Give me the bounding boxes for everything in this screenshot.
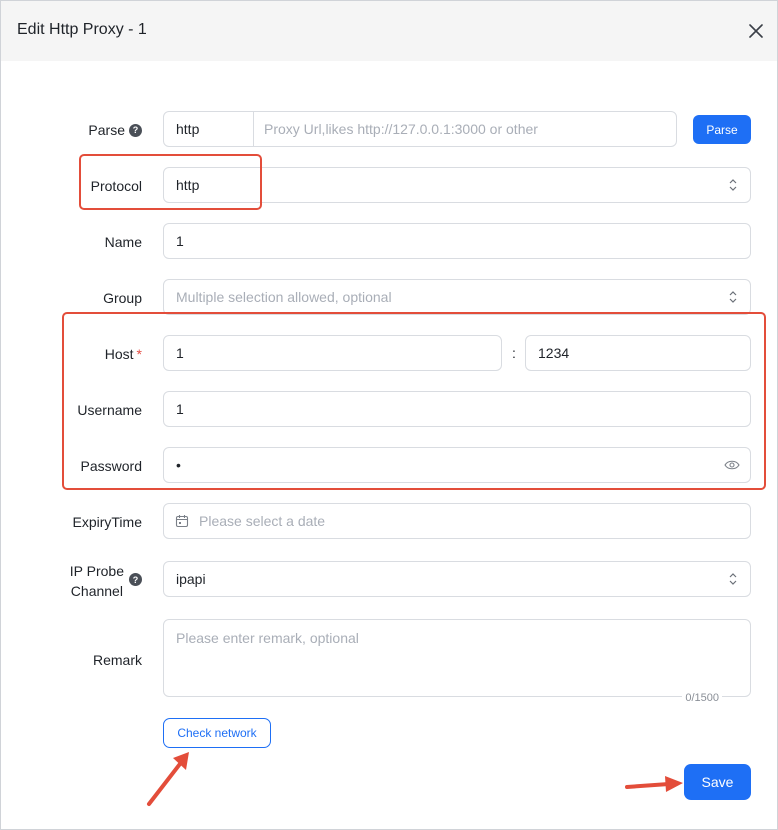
- remark-textarea[interactable]: Please enter remark, optional 0/1500: [163, 619, 751, 704]
- chevron-updown-icon: [729, 291, 737, 303]
- username-input[interactable]: 1: [163, 391, 751, 427]
- check-network-label: Check network: [177, 726, 257, 740]
- name-input[interactable]: 1: [163, 223, 751, 259]
- annotation-arrow-check-network: [147, 752, 189, 806]
- port-input[interactable]: 1234: [525, 335, 751, 371]
- password-input[interactable]: •: [163, 447, 751, 483]
- port-value: 1234: [538, 345, 570, 361]
- host-label-row: Host *: [1, 346, 142, 362]
- name-value: 1: [176, 233, 184, 249]
- chevron-updown-icon: [729, 573, 737, 585]
- password-value: •: [176, 457, 181, 473]
- host-value: 1: [176, 345, 184, 361]
- parse-label: Parse: [88, 122, 125, 138]
- parse-url-placeholder: Proxy Url,likes http://127.0.0.1:3000 or…: [264, 121, 538, 137]
- protocol-select[interactable]: http: [163, 167, 751, 203]
- group-label: Group: [103, 290, 142, 306]
- remark-label: Remark: [92, 652, 142, 668]
- parse-scheme-value: http: [176, 121, 200, 137]
- password-label: Password: [80, 458, 142, 474]
- parse-button[interactable]: Parse: [693, 115, 751, 144]
- help-icon[interactable]: ?: [129, 123, 142, 137]
- parse-label-row: Parse ?: [1, 122, 142, 138]
- username-label: Username: [77, 402, 142, 418]
- dialog-header: Edit Http Proxy - 1: [1, 1, 777, 61]
- edit-proxy-dialog: Edit Http Proxy - 1 Parse ? http Proxy U…: [0, 0, 778, 830]
- host-input[interactable]: 1: [163, 335, 502, 371]
- ip-probe-label-line2: Channel: [70, 583, 123, 599]
- group-select[interactable]: Multiple selection allowed, optional: [163, 279, 751, 315]
- host-port-separator: :: [512, 345, 516, 361]
- expiry-label: ExpiryTime: [72, 514, 143, 530]
- eye-icon[interactable]: [724, 459, 740, 471]
- ip-probe-label-row: IP Probe Channel ?: [1, 561, 142, 599]
- save-label: Save: [701, 774, 734, 790]
- check-network-button[interactable]: Check network: [163, 718, 271, 748]
- annotation-arrow-save: [625, 776, 683, 792]
- save-button[interactable]: Save: [684, 764, 751, 800]
- username-value: 1: [176, 401, 184, 417]
- parse-scheme-input[interactable]: http: [163, 111, 254, 147]
- protocol-value: http: [176, 177, 200, 193]
- dialog-title: Edit Http Proxy - 1: [17, 21, 147, 38]
- close-icon[interactable]: [745, 20, 767, 42]
- remark-counter: 0/1500: [682, 692, 722, 704]
- required-mark: *: [136, 346, 142, 362]
- chevron-updown-icon: [729, 179, 737, 191]
- parse-url-input[interactable]: Proxy Url,likes http://127.0.0.1:3000 or…: [253, 111, 677, 147]
- parse-button-label: Parse: [706, 122, 738, 137]
- host-label: Host: [104, 346, 134, 362]
- calendar-icon: [175, 515, 189, 528]
- help-icon[interactable]: ?: [129, 573, 142, 586]
- expiry-placeholder: Please select a date: [199, 513, 326, 529]
- group-placeholder: Multiple selection allowed, optional: [176, 289, 392, 305]
- ip-probe-value: ipapi: [176, 571, 206, 587]
- expiry-date-picker[interactable]: Please select a date: [163, 503, 751, 539]
- name-label: Name: [104, 234, 142, 250]
- ip-probe-select[interactable]: ipapi: [163, 561, 751, 597]
- ip-probe-label-line1: IP Probe: [69, 563, 124, 579]
- remark-placeholder: Please enter remark, optional: [176, 630, 359, 646]
- protocol-label: Protocol: [90, 178, 142, 194]
